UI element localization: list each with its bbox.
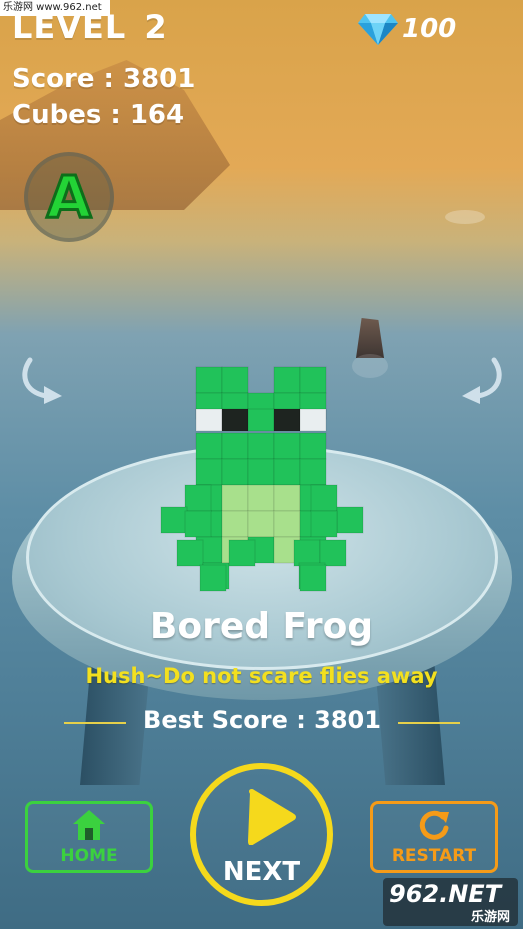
play-icon [248,789,296,845]
level-label: LEVEL 2 [12,8,168,46]
rotate-left-icon[interactable] [18,356,66,406]
cubes-label: Cubes : 164 [12,100,185,130]
logo-sub-text: 乐游网 [470,910,510,925]
next-label: NEXT [222,857,301,887]
sea-rock-reflection [352,354,388,378]
restart-button[interactable]: RESTART [370,801,498,873]
logo-main-text: 962.NET [389,880,502,908]
home-label: HOME [60,846,118,866]
grade-badge: A [24,152,114,242]
distant-island [445,210,485,224]
home-button[interactable]: HOME [25,801,153,873]
divider-right [398,722,460,724]
best-score-label: Best Score : 3801 [143,706,381,734]
grade-letter: A [45,163,93,231]
diamond-icon [358,14,398,45]
model-description: Hush~Do not scare flies away [85,664,438,688]
score-label: Score : 3801 [12,64,196,94]
restart-icon [419,810,449,840]
home-icon [73,810,105,840]
sea-rock [356,318,384,358]
brand-logo: 962.NET 乐游网 [383,878,518,926]
model-name: Bored Frog [149,606,374,647]
next-button[interactable]: NEXT [190,763,333,906]
restart-label: RESTART [391,846,477,866]
rotate-right-icon[interactable] [458,356,506,406]
gem-count: 100 [402,14,457,44]
best-score-row: Best Score : 3801 [64,706,460,740]
